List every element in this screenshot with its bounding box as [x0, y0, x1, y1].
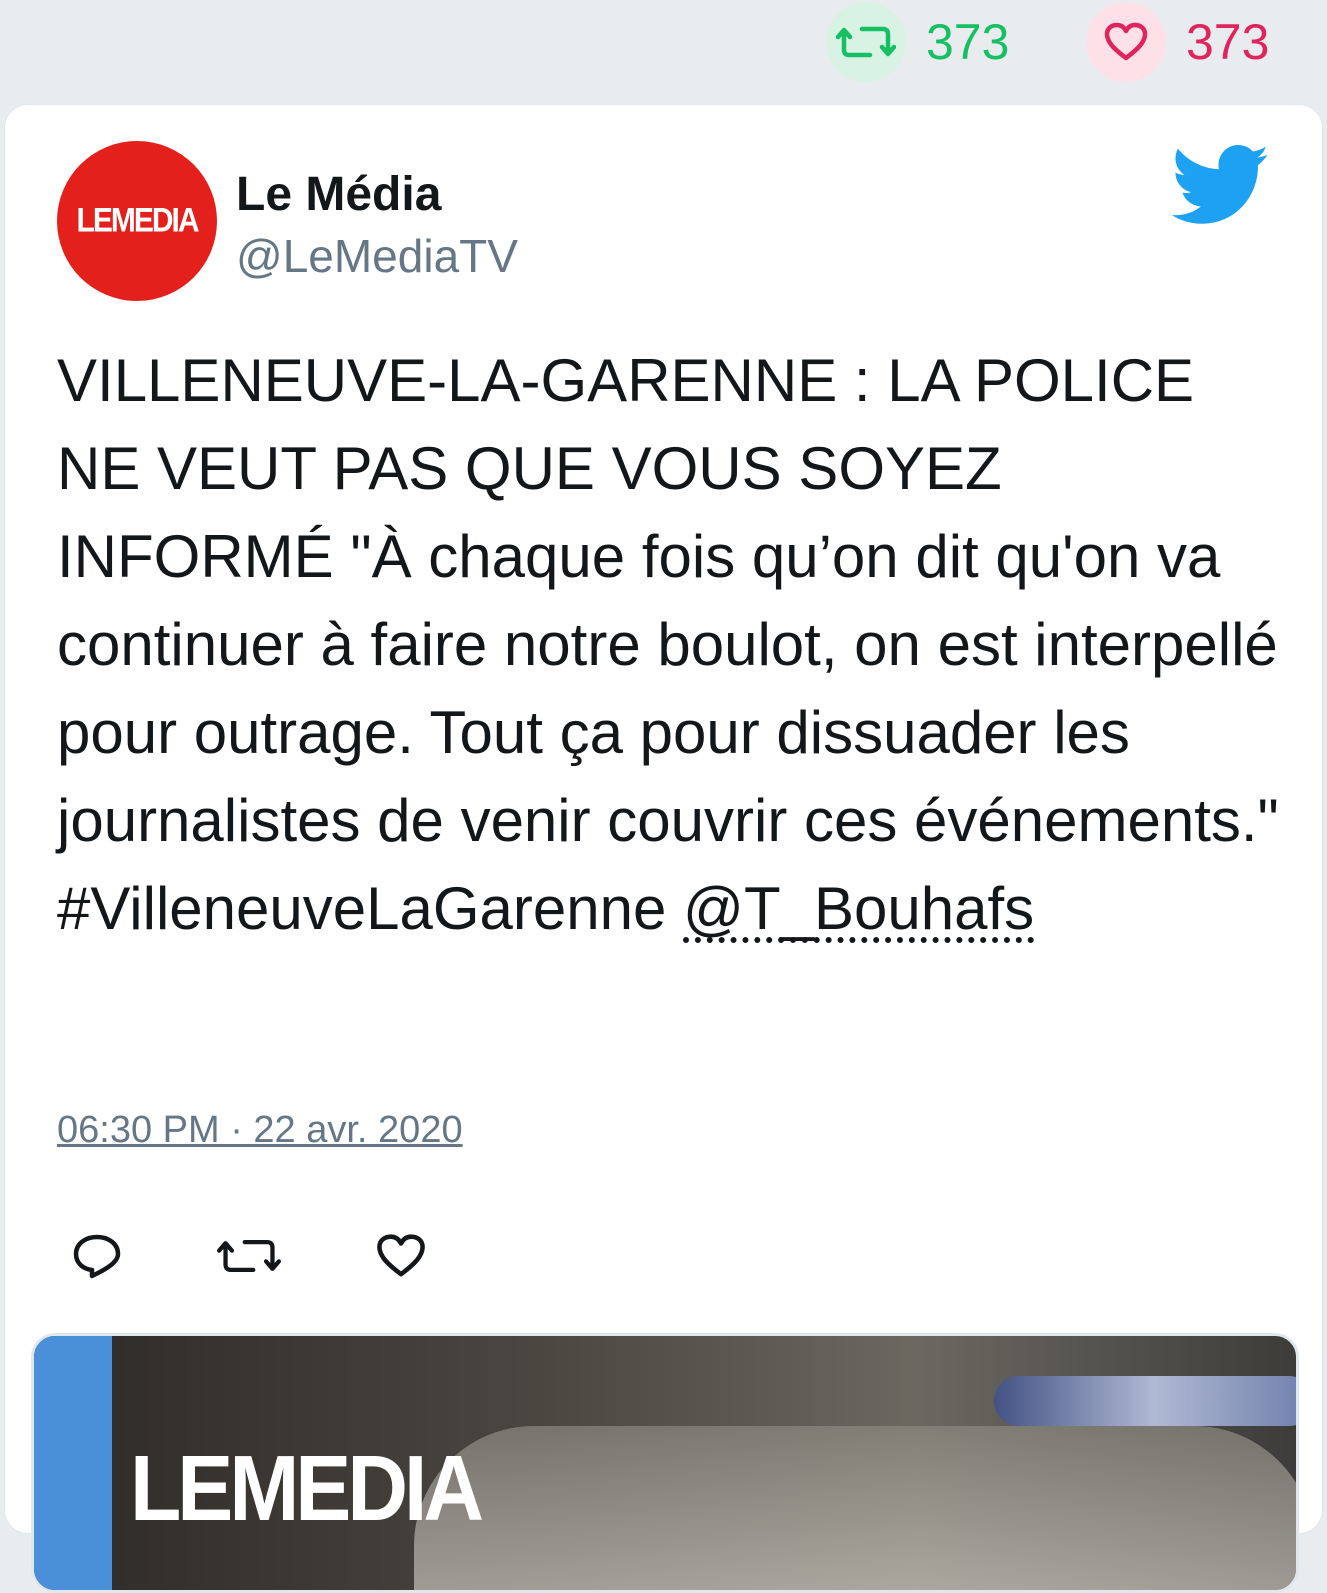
retweet-button[interactable]: [209, 1221, 289, 1291]
retweet-icon[interactable]: [826, 2, 906, 82]
reply-icon: [73, 1234, 121, 1279]
author-name[interactable]: Le Média: [236, 167, 441, 222]
author-handle[interactable]: @LeMediaTV: [236, 229, 518, 283]
avatar-logo: LEMEDIA: [76, 201, 200, 240]
media-blue-stripe: [34, 1336, 112, 1590]
tweet-text: VILLENEUVE-LA-GARENNE : LA POLICE NE VEU…: [57, 337, 1287, 953]
like-count: 373: [1186, 14, 1270, 70]
retweet-stat[interactable]: 373: [826, 2, 1009, 82]
engagement-bar: 373 373: [0, 0, 1327, 100]
tweet-actions: [57, 1221, 441, 1291]
heart-icon[interactable]: [1086, 2, 1166, 82]
media-car-shape: [414, 1426, 1296, 1590]
tweet-card: LEMEDIA Le Média @LeMediaTV VILLENEUVE-L…: [4, 104, 1323, 1593]
twitter-bird-icon[interactable]: [1171, 145, 1271, 227]
tweet-timestamp[interactable]: 06:30 PM · 22 avr. 2020: [57, 1109, 463, 1152]
media-logo: LEMEDIA: [130, 1436, 484, 1540]
tweet-media-image[interactable]: LEMEDIA: [31, 1333, 1299, 1593]
tweet-body: VILLENEUVE-LA-GARENNE : LA POLICE NE VEU…: [57, 347, 1296, 942]
reply-button[interactable]: [57, 1221, 137, 1291]
media-police-light: [994, 1376, 1296, 1426]
like-stat[interactable]: 373: [1086, 2, 1269, 82]
retweet-count: 373: [926, 14, 1010, 70]
like-button[interactable]: [361, 1221, 441, 1291]
mention-link[interactable]: @T_Bouhafs: [683, 875, 1034, 942]
retweet-icon: [217, 1240, 281, 1273]
like-icon: [377, 1234, 425, 1277]
avatar[interactable]: LEMEDIA: [57, 141, 217, 301]
